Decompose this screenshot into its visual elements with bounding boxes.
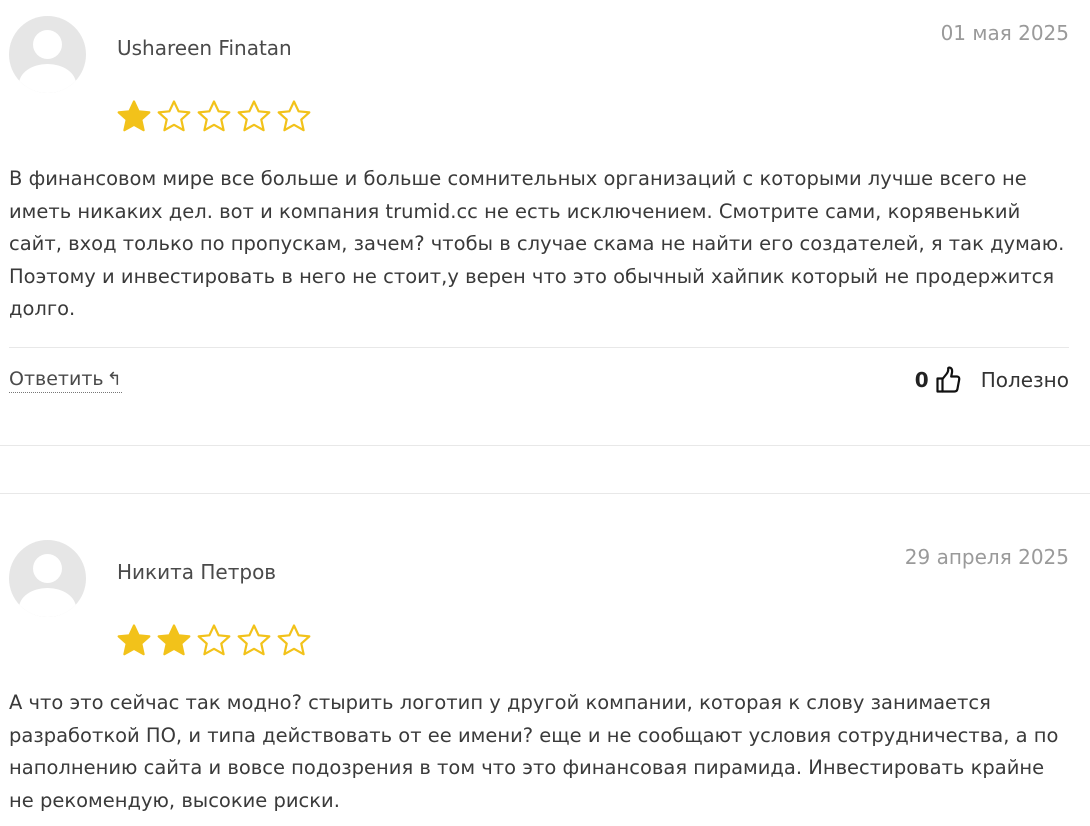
review-text: В финансовом мире все больше и больше со… xyxy=(9,167,1065,320)
star-empty-icon xyxy=(194,97,234,137)
star-empty-icon xyxy=(274,621,314,661)
star-empty-icon xyxy=(234,97,274,137)
separator xyxy=(0,493,1090,494)
review-text: А что это сейчас так модно? стырить лого… xyxy=(9,691,1059,812)
star-rating xyxy=(114,97,314,137)
review-author: Никита Петров xyxy=(117,560,277,584)
helpful-label: Полезно xyxy=(980,368,1069,392)
reply-label: Ответить xyxy=(9,368,104,390)
avatar xyxy=(9,540,86,617)
divider xyxy=(9,347,1069,348)
like-count: 0 xyxy=(914,368,929,392)
thumbs-up-icon[interactable] xyxy=(935,366,961,394)
star-empty-icon xyxy=(154,97,194,137)
star-empty-icon xyxy=(234,621,274,661)
avatar xyxy=(9,16,86,93)
star-filled-icon xyxy=(154,621,194,661)
separator xyxy=(0,445,1090,446)
review-date: 29 апреля 2025 xyxy=(904,545,1069,569)
star-rating xyxy=(114,621,314,661)
reply-arrow-icon: ↰ xyxy=(106,369,122,390)
star-empty-icon xyxy=(194,621,234,661)
star-filled-icon xyxy=(114,97,154,137)
review-date: 01 мая 2025 xyxy=(940,21,1069,45)
star-empty-icon xyxy=(274,97,314,137)
helpful-block: 0 Полезно xyxy=(915,362,1069,398)
review-author: Ushareen Finatan xyxy=(117,36,292,60)
star-filled-icon xyxy=(114,621,154,661)
reply-button[interactable]: Ответить ↰ xyxy=(9,368,122,393)
